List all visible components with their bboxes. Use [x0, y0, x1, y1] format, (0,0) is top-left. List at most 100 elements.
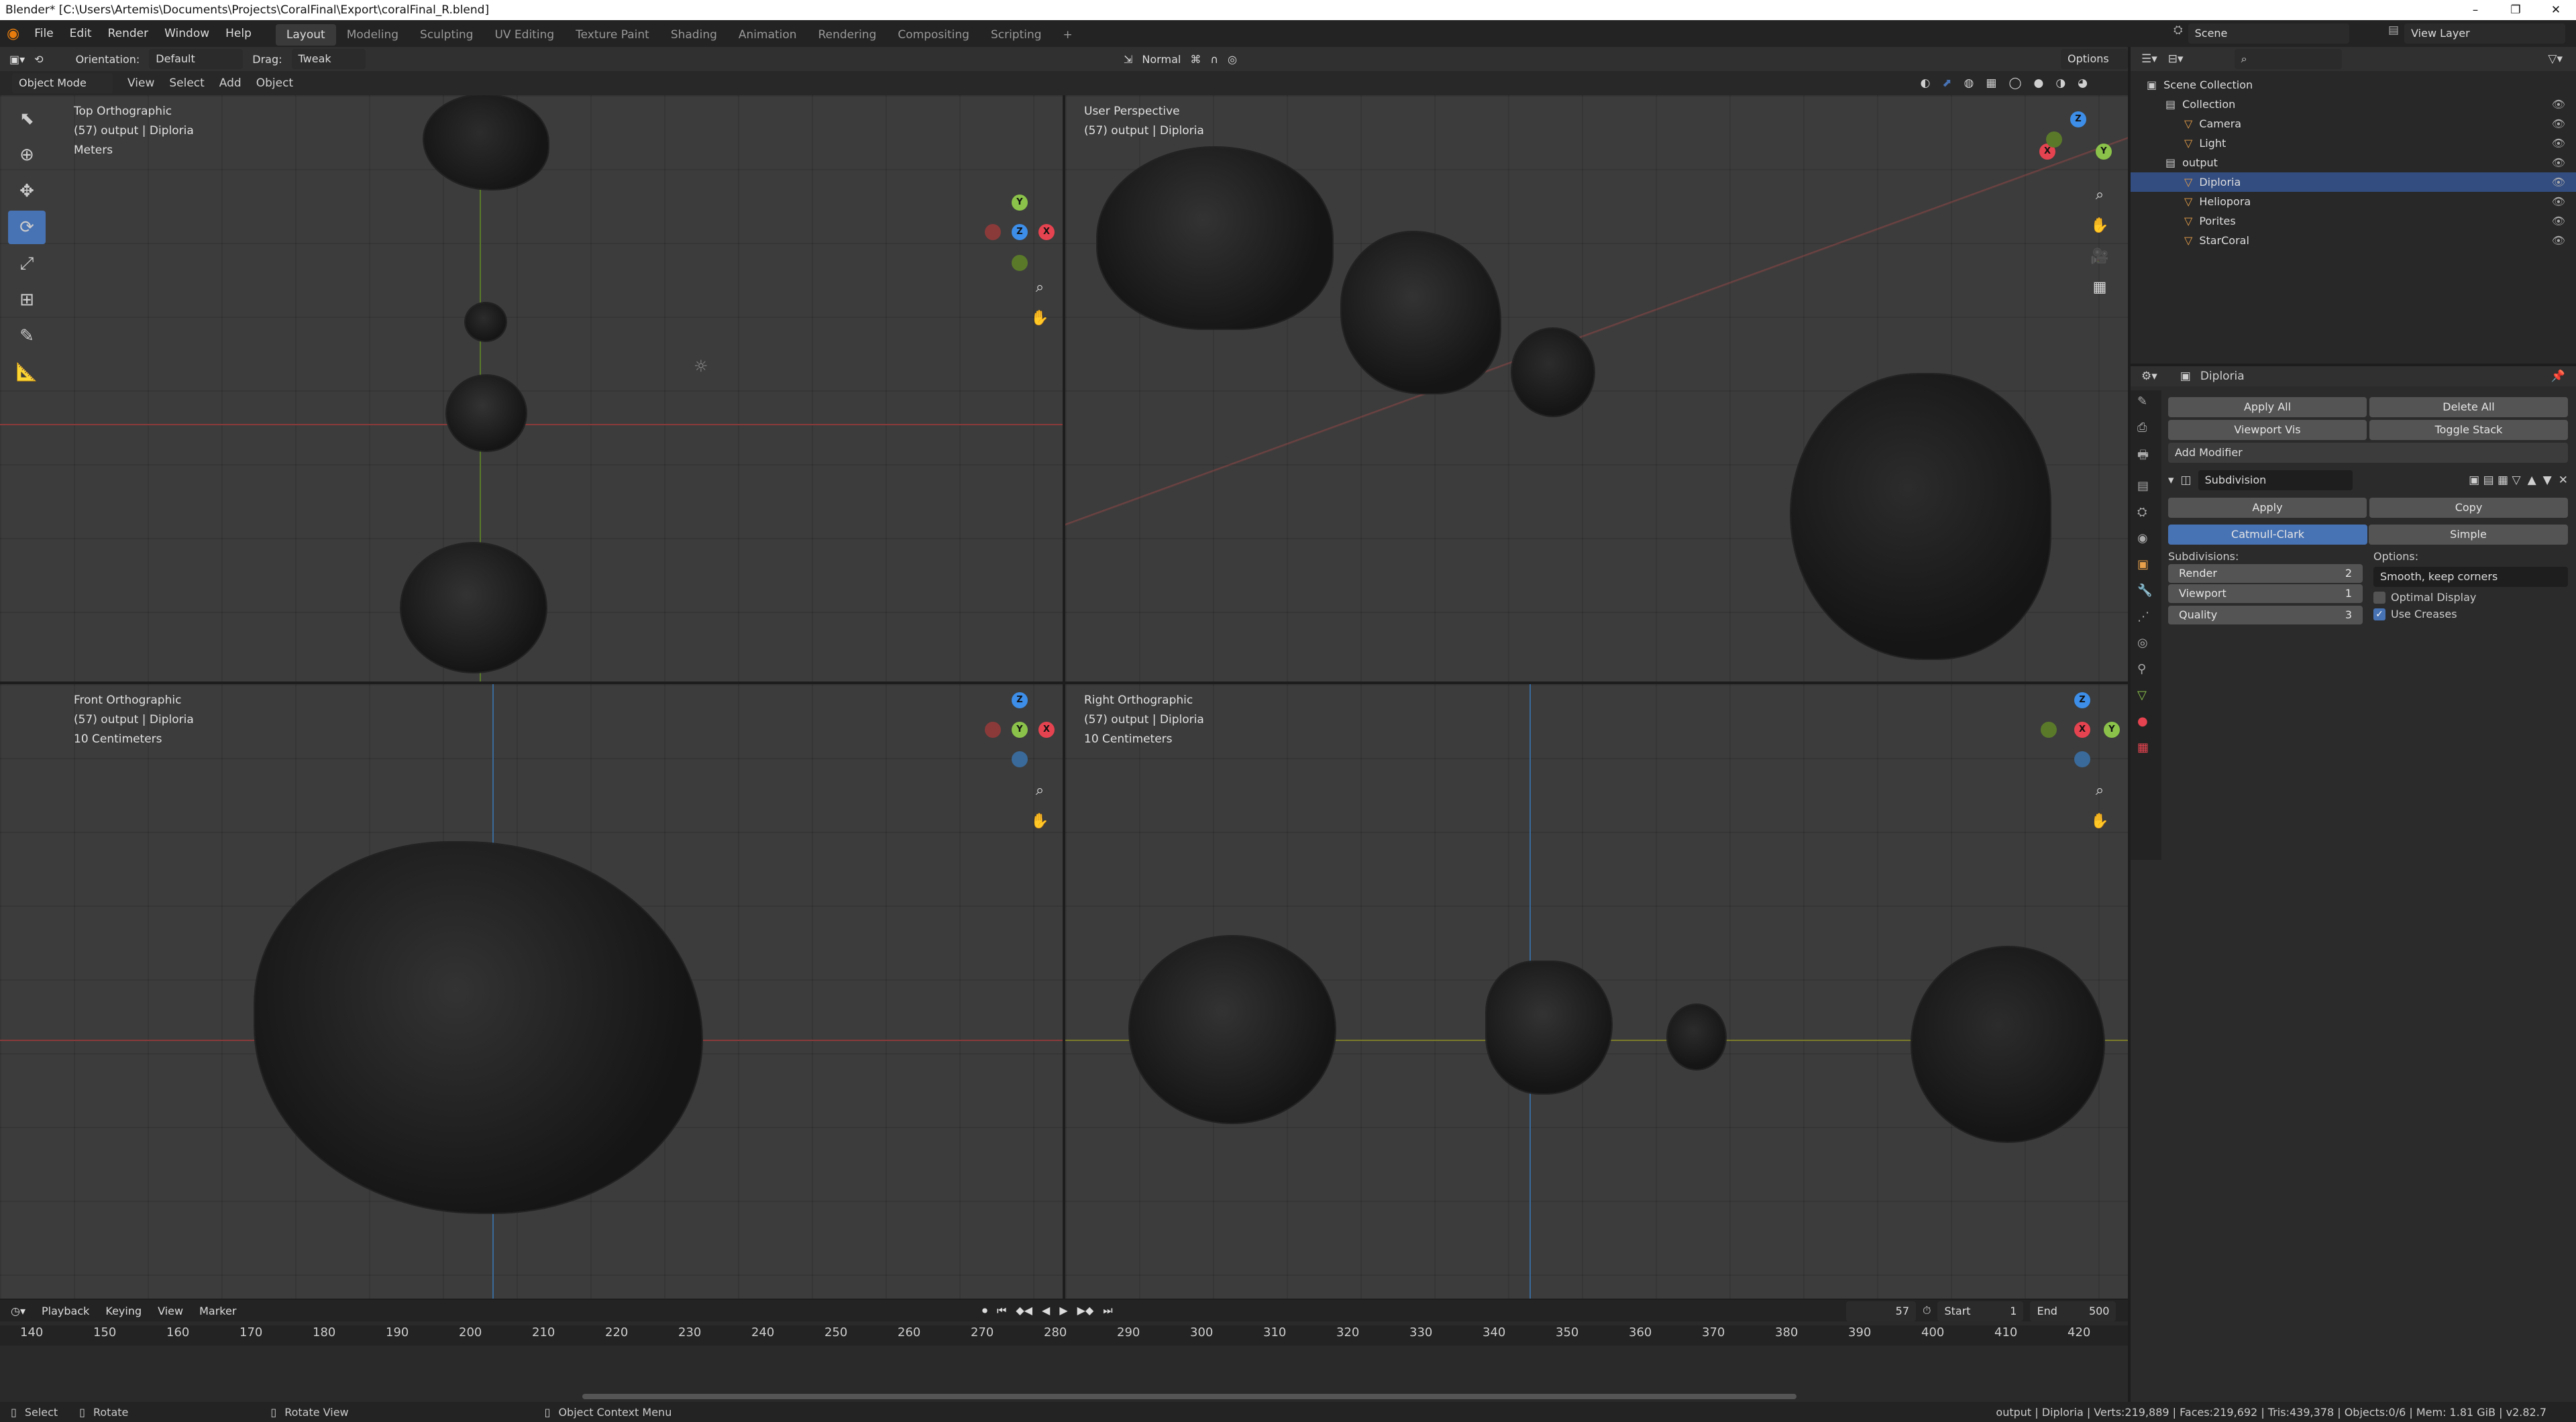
- visibility-eye-icon[interactable]: 👁: [2552, 172, 2565, 192]
- jump-end-icon[interactable]: ⏭: [1103, 1300, 1112, 1321]
- outliner-item[interactable]: ▽ Heliopora 👁: [2131, 192, 2576, 211]
- jump-start-icon[interactable]: ⏮: [997, 1300, 1006, 1321]
- tab-compositing[interactable]: Compositing: [887, 24, 980, 46]
- minimize-button[interactable]: –: [2455, 0, 2496, 20]
- particles-tab-icon[interactable]: ⋰: [2137, 610, 2155, 624]
- menu-render[interactable]: Render: [100, 20, 157, 47]
- zoom-icon[interactable]: ⌕: [2085, 180, 2114, 209]
- transform-icon[interactable]: ⟲: [34, 53, 43, 66]
- zoom-icon[interactable]: ⌕: [1025, 775, 1055, 805]
- rotate-tool-icon[interactable]: ⟳: [8, 211, 46, 244]
- coral-object-selected[interactable]: [1487, 962, 1611, 1093]
- snap-icon[interactable]: ⌘: [1190, 53, 1201, 66]
- visibility-eye-icon[interactable]: 👁: [2552, 153, 2565, 172]
- maximize-button[interactable]: ❐: [2496, 0, 2536, 20]
- tab-layout[interactable]: Layout: [275, 24, 336, 46]
- add-modifier-dropdown[interactable]: Add Modifier: [2168, 443, 2568, 463]
- mode-dropdown[interactable]: Object Mode: [12, 73, 113, 93]
- visibility-eye-icon[interactable]: 👁: [2552, 192, 2565, 211]
- overlay-icon[interactable]: ◍: [1964, 76, 1974, 90]
- zoom-icon[interactable]: ⌕: [2085, 775, 2114, 805]
- pan-hand-icon[interactable]: ✋: [2085, 806, 2114, 836]
- copy-button[interactable]: Copy: [2369, 498, 2568, 518]
- view-layer-selector[interactable]: View Layer: [2404, 23, 2566, 44]
- remove-modifier-icon[interactable]: ✕: [2559, 474, 2568, 487]
- proportional-icon[interactable]: ◎: [1228, 53, 1237, 66]
- playback-menu[interactable]: Playback: [42, 1305, 89, 1317]
- pan-hand-icon[interactable]: ✋: [1025, 806, 1055, 836]
- orientation-dropdown[interactable]: Default: [149, 49, 244, 69]
- material-shading-icon[interactable]: ◑: [2055, 76, 2065, 90]
- next-keyframe-icon[interactable]: ▶◆: [1077, 1300, 1094, 1321]
- transform-tool-icon[interactable]: ⊞: [8, 283, 46, 317]
- move-up-icon[interactable]: ▲: [2528, 474, 2536, 487]
- outliner-item[interactable]: ▤ output 👁: [2131, 153, 2576, 172]
- menu-window[interactable]: Window: [156, 20, 217, 47]
- outliner-item[interactable]: ▽ Diploria 👁: [2131, 172, 2576, 192]
- pin-icon[interactable]: 📌: [2551, 370, 2576, 383]
- measure-tool-icon[interactable]: 📐: [8, 356, 46, 389]
- object-menu[interactable]: Object: [256, 76, 293, 90]
- light-icon[interactable]: ☼: [694, 357, 708, 376]
- pan-hand-icon[interactable]: ✋: [1025, 303, 1055, 333]
- viewport-front[interactable]: Front Orthographic (57) output | Diplori…: [0, 684, 1063, 1299]
- menu-file[interactable]: File: [26, 20, 61, 47]
- uv-smooth-dropdown[interactable]: Smooth, keep corners: [2373, 567, 2568, 587]
- tab-sculpting[interactable]: Sculpting: [409, 24, 484, 46]
- collapse-icon[interactable]: ▾: [2168, 474, 2174, 487]
- outliner-search-input[interactable]: ⌕: [2234, 49, 2342, 69]
- delete-all-button[interactable]: Delete All: [2369, 397, 2568, 417]
- world-tab-icon[interactable]: ◉: [2137, 531, 2155, 545]
- timeline-editor-icon[interactable]: ◷▾: [11, 1305, 25, 1317]
- close-button[interactable]: ✕: [2536, 0, 2576, 20]
- coral-object[interactable]: [466, 303, 506, 341]
- visibility-eye-icon[interactable]: 👁: [2552, 95, 2565, 114]
- modifier-tab-icon[interactable]: 🔧: [2137, 584, 2155, 598]
- toggle-stack-button[interactable]: Toggle Stack: [2369, 420, 2568, 440]
- visibility-eye-icon[interactable]: 👁: [2552, 231, 2565, 250]
- view-menu[interactable]: View: [158, 1305, 183, 1317]
- render-tab-icon[interactable]: ⎙: [2137, 421, 2155, 435]
- scale-tool-icon[interactable]: ⤢: [8, 247, 46, 280]
- material-tab-icon[interactable]: ●: [2137, 714, 2155, 728]
- apply-all-button[interactable]: Apply All: [2168, 397, 2367, 417]
- move-down-icon[interactable]: ▼: [2543, 474, 2552, 487]
- outliner-item[interactable]: ▣ Scene Collection: [2131, 75, 2576, 95]
- render-levels-slider[interactable]: Render 2: [2168, 564, 2363, 583]
- tab-texture-paint[interactable]: Texture Paint: [565, 24, 660, 46]
- catmull-clark-button[interactable]: Catmull-Clark: [2168, 525, 2367, 545]
- outliner-item[interactable]: ▽ Porites 👁: [2131, 211, 2576, 231]
- apply-button[interactable]: Apply: [2168, 498, 2367, 518]
- pivot-dropdown[interactable]: Normal: [1142, 53, 1181, 66]
- ortho-toggle-icon[interactable]: ▦: [2085, 272, 2114, 302]
- outliner-editor-icon[interactable]: ☰▾: [2141, 52, 2157, 66]
- blender-logo-icon[interactable]: ◉: [0, 25, 26, 42]
- scene-selector[interactable]: Scene: [2188, 23, 2349, 44]
- move-tool-icon[interactable]: ✥: [8, 174, 46, 208]
- view-menu[interactable]: View: [127, 76, 154, 90]
- viewport-top[interactable]: Top Orthographic (57) output | Diploria …: [0, 95, 1063, 681]
- viewport-right[interactable]: Right Orthographic (57) output | Diplori…: [1065, 684, 2128, 1299]
- timeline-area[interactable]: 140 150 160 170 180 190 200 210 220 230 240 250 260 2…: [0, 1321, 2128, 1402]
- rendered-shading-icon[interactable]: ◕: [2078, 76, 2088, 90]
- tab-rendering[interactable]: Rendering: [808, 24, 888, 46]
- coral-object[interactable]: [1791, 374, 2050, 659]
- camera-view-icon[interactable]: 🎥: [2085, 241, 2114, 271]
- coral-object[interactable]: [1097, 148, 1332, 329]
- gizmo-icon[interactable]: ⬈: [1942, 76, 1951, 90]
- record-icon[interactable]: ⏺: [982, 1300, 987, 1321]
- optimal-display-checkbox[interactable]: [2373, 591, 2385, 604]
- coral-object-selected[interactable]: [255, 842, 702, 1213]
- modifier-toggles[interactable]: ▣ ▤ ▦ ▽: [2469, 474, 2520, 487]
- visibility-eye-icon[interactable]: 👁: [2552, 133, 2565, 153]
- coral-object[interactable]: [1668, 1005, 1725, 1069]
- tab-uv-editing[interactable]: UV Editing: [484, 24, 565, 46]
- visibility-eye-icon[interactable]: 👁: [2552, 211, 2565, 231]
- tab-shading[interactable]: Shading: [660, 24, 728, 46]
- prev-keyframe-icon[interactable]: ◆◀: [1016, 1300, 1032, 1321]
- wireframe-shading-icon[interactable]: ◯: [2008, 76, 2021, 90]
- add-menu[interactable]: Add: [219, 76, 241, 90]
- physics-tab-icon[interactable]: ◎: [2137, 636, 2155, 650]
- tool-tab-icon[interactable]: ✎: [2137, 394, 2155, 408]
- select-menu[interactable]: Select: [169, 76, 204, 90]
